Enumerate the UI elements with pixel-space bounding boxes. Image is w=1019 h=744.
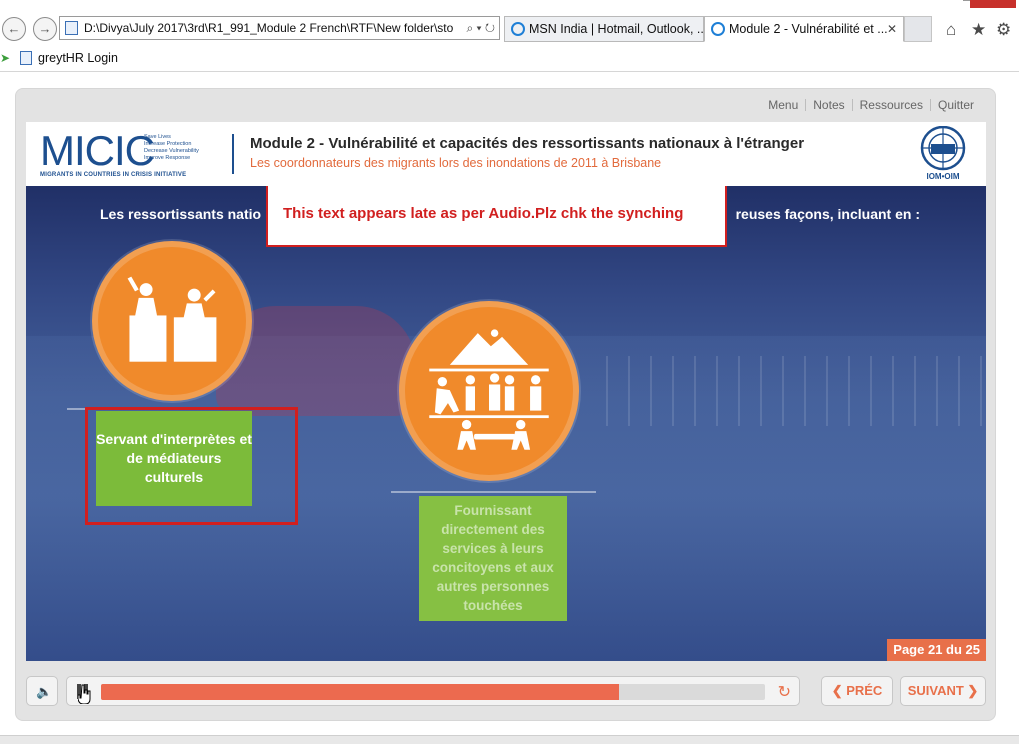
hand-cursor-icon bbox=[78, 684, 91, 704]
course-header: MICIC Save Lives Increase Protection Dec… bbox=[26, 122, 986, 186]
next-button[interactable]: SUIVANT ❯ bbox=[900, 676, 986, 706]
review-comment-note: This text appears late as per Audio.Plz … bbox=[266, 186, 727, 247]
top-menu: Menu Notes Ressources Quitter bbox=[761, 99, 981, 111]
favorite-greythr[interactable]: greytHR Login bbox=[20, 49, 118, 67]
page-icon bbox=[65, 21, 78, 35]
header-divider bbox=[232, 134, 234, 174]
new-tab-button[interactable] bbox=[904, 16, 932, 42]
favorite-label: greytHR Login bbox=[38, 51, 118, 65]
background-fence bbox=[606, 356, 986, 426]
page-indicator: Page 21 du 25 bbox=[887, 639, 986, 661]
speaker-icon: 🔈 bbox=[36, 684, 53, 699]
minimize-button[interactable]: – bbox=[925, 0, 955, 8]
iom-emblem-icon bbox=[920, 125, 966, 171]
tab-module-2[interactable]: Module 2 - Vulnérabilité et ... ✕ bbox=[704, 16, 904, 42]
module-subtitle: Les coordonnateurs des migrants lors des… bbox=[250, 156, 662, 170]
micic-logo: MICIC Save Lives Increase Protection Dec… bbox=[40, 130, 220, 180]
progress-track[interactable] bbox=[101, 684, 765, 700]
add-favorite-icon[interactable]: ➤ bbox=[0, 51, 14, 65]
tab-label: MSN India | Hotmail, Outlook, ... bbox=[529, 22, 704, 36]
tab-msn[interactable]: MSN India | Hotmail, Outlook, ... bbox=[504, 16, 704, 42]
logo-tagline: Save Lives Increase Protection Decrease … bbox=[144, 134, 199, 161]
quit-link[interactable]: Quitter bbox=[929, 99, 981, 111]
replay-icon[interactable]: ↻ bbox=[778, 682, 791, 702]
logo-subline: MIGRANTS IN COUNTRIES IN CRISIS INITIATI… bbox=[40, 172, 187, 178]
address-tools-icons[interactable]: ⌕ ▾ ↻ bbox=[462, 17, 495, 39]
seek-bar-container: ↻ bbox=[66, 676, 800, 706]
address-text: D:\Divya\July 2017\3rd\R1_991_Module 2 F… bbox=[84, 21, 454, 35]
home-icon[interactable]: ⌂ bbox=[946, 20, 956, 40]
review-highlight-frame bbox=[85, 407, 298, 525]
tab-label: Module 2 - Vulnérabilité et ... bbox=[729, 22, 888, 36]
previous-button[interactable]: ❮ PRÉC bbox=[821, 676, 893, 706]
back-button[interactable]: ← bbox=[2, 17, 26, 41]
podium-speakers-icon bbox=[127, 276, 217, 362]
slide-area: Les ressortissants natio reuses façons, … bbox=[26, 186, 986, 661]
mute-button[interactable]: 🔈 bbox=[26, 676, 58, 706]
page-content: Menu Notes Ressources Quitter MICIC Save… bbox=[0, 72, 1019, 744]
iom-logo: IOM•OIM bbox=[914, 125, 972, 184]
playback-controls: 🔈 ↻ ❮ PRÉC SUIVANT ❯ bbox=[26, 672, 986, 712]
page-icon bbox=[20, 51, 32, 65]
rescue-team-icon bbox=[429, 329, 549, 450]
address-bar[interactable]: D:\Divya\July 2017\3rd\R1_991_Module 2 F… bbox=[59, 16, 500, 40]
favorites-bar: ➤ greytHR Login bbox=[0, 44, 1019, 72]
ie-icon bbox=[711, 22, 725, 36]
iom-label: IOM•OIM bbox=[926, 172, 960, 181]
services-circle bbox=[399, 301, 579, 481]
services-label: Fournissant directement des services à l… bbox=[419, 496, 567, 621]
interpreters-circle bbox=[92, 241, 252, 401]
ie-icon bbox=[511, 22, 525, 36]
logo-wordmark: MICIC bbox=[40, 127, 155, 174]
gear-icon[interactable]: ⚙ bbox=[996, 20, 1011, 40]
favorites-star-icon[interactable]: ★ bbox=[971, 20, 986, 40]
module-title: Module 2 - Vulnérabilité et capacités de… bbox=[250, 135, 805, 152]
course-player: Menu Notes Ressources Quitter MICIC Save… bbox=[15, 88, 996, 721]
notes-link[interactable]: Notes bbox=[805, 99, 851, 111]
forward-button[interactable]: → bbox=[33, 17, 57, 41]
window-titlebar: – □ ✕ bbox=[0, 0, 1019, 8]
resources-link[interactable]: Ressources bbox=[851, 99, 930, 111]
browser-toolbar: ← → D:\Divya\July 2017\3rd\R1_991_Module… bbox=[0, 8, 1019, 44]
divider-rule bbox=[391, 491, 596, 493]
menu-link[interactable]: Menu bbox=[761, 99, 805, 111]
close-window-button[interactable]: ✕ bbox=[970, 0, 1016, 8]
status-bar bbox=[0, 735, 1019, 744]
progress-fill bbox=[101, 684, 619, 700]
close-tab-icon[interactable]: ✕ bbox=[887, 17, 897, 41]
